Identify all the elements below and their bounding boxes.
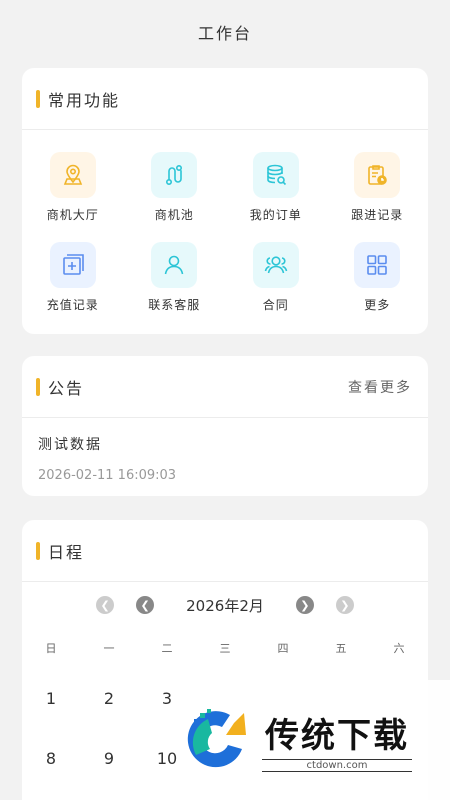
- calendar-day[interactable]: 1: [22, 689, 80, 708]
- watermark-text: 传统下载 ctdown.com: [262, 708, 412, 772]
- chevron-right-icon: ❯: [340, 598, 350, 612]
- plus-square-icon: [49, 242, 96, 288]
- notice-header: 公告 查看更多: [22, 356, 428, 418]
- grid-icon: [354, 242, 401, 288]
- function-item-opportunity-hall[interactable]: 商机大厅: [22, 152, 124, 242]
- calendar-day[interactable]: 8: [22, 749, 80, 768]
- common-functions-card: 常用功能 商机大厅 商机池 我的订单 跟进记录 充值记录 联系客服 合同 更多: [22, 68, 428, 334]
- prev-month-button[interactable]: ❮: [136, 596, 155, 614]
- function-grid: 商机大厅 商机池 我的订单 跟进记录 充值记录 联系客服 合同 更多: [22, 130, 428, 332]
- chevron-left-icon: ❮: [100, 598, 110, 612]
- weekday-label: 日: [45, 642, 57, 655]
- calendar-day[interactable]: 9: [80, 749, 138, 768]
- notice-item[interactable]: 测试数据 2026-02-11 16:09:03: [22, 418, 428, 483]
- section-title: 公告: [48, 378, 85, 398]
- next-month-button[interactable]: ❯: [295, 596, 314, 614]
- watermark: 传统下载 ctdown.com: [178, 680, 450, 800]
- app-header: 工作台: [0, 0, 450, 64]
- notice-card: 公告 查看更多 测试数据 2026-02-11 16:09:03: [22, 356, 428, 496]
- section-accent-bar: [36, 89, 40, 108]
- section-accent-bar: [36, 541, 40, 560]
- clipboard-clock-icon: [354, 152, 401, 198]
- notice-item-title: 测试数据: [38, 437, 102, 453]
- weekday-label: 一: [103, 642, 115, 655]
- weekday-label: 四: [277, 642, 289, 655]
- watermark-logo-icon: [187, 709, 246, 768]
- calendar-day[interactable]: 2: [80, 689, 138, 708]
- calendar-nav: ❮ ❮ 2026年2月 ❯ ❯: [22, 582, 428, 628]
- next-year-button[interactable]: ❯: [335, 596, 354, 614]
- users-icon: [252, 242, 299, 288]
- function-item-customer-service[interactable]: 联系客服: [124, 242, 226, 332]
- watermark-url: ctdown.com: [262, 759, 412, 772]
- section-title: 日程: [48, 542, 85, 562]
- weekday-label: 二: [161, 642, 173, 655]
- user-icon: [151, 242, 198, 288]
- function-label: 充值记录: [46, 298, 99, 312]
- function-item-opportunity-pool[interactable]: 商机池: [124, 152, 226, 242]
- function-item-follow-up-records[interactable]: 跟进记录: [327, 152, 429, 242]
- schedule-header: 日程: [22, 520, 428, 582]
- route-icon: [151, 152, 198, 198]
- calendar-month: 2026年2月: [186, 596, 264, 615]
- function-label: 跟进记录: [351, 208, 404, 222]
- weekday-label: 三: [219, 642, 231, 655]
- notice-item-time: 2026-02-11 16:09:03: [38, 468, 177, 483]
- function-label: 商机池: [154, 208, 194, 222]
- function-label: 我的订单: [249, 208, 302, 222]
- function-item-more[interactable]: 更多: [327, 242, 429, 332]
- view-more-link[interactable]: 查看更多: [348, 377, 412, 397]
- weekday-label: 五: [335, 642, 347, 655]
- section-title: 常用功能: [48, 90, 121, 110]
- function-item-recharge-records[interactable]: 充值记录: [22, 242, 124, 332]
- function-label: 联系客服: [148, 298, 201, 312]
- location-pin-icon: [49, 152, 96, 198]
- function-label: 合同: [262, 298, 289, 312]
- chevron-left-icon: ❮: [140, 598, 150, 612]
- weekday-header: 日 一 二 三 四 五 六: [22, 628, 428, 668]
- common-functions-header: 常用功能: [22, 68, 428, 130]
- page-title: 工作台: [197, 24, 252, 43]
- function-item-my-orders[interactable]: 我的订单: [225, 152, 327, 242]
- chevron-right-icon: ❯: [300, 598, 310, 612]
- weekday-label: 六: [393, 642, 405, 655]
- watermark-name: 传统下载: [265, 716, 409, 756]
- function-label: 更多: [364, 298, 391, 312]
- prev-year-button[interactable]: ❮: [96, 596, 115, 614]
- section-accent-bar: [36, 377, 40, 396]
- function-item-contract[interactable]: 合同: [225, 242, 327, 332]
- database-search-icon: [252, 152, 299, 198]
- function-label: 商机大厅: [46, 208, 99, 222]
